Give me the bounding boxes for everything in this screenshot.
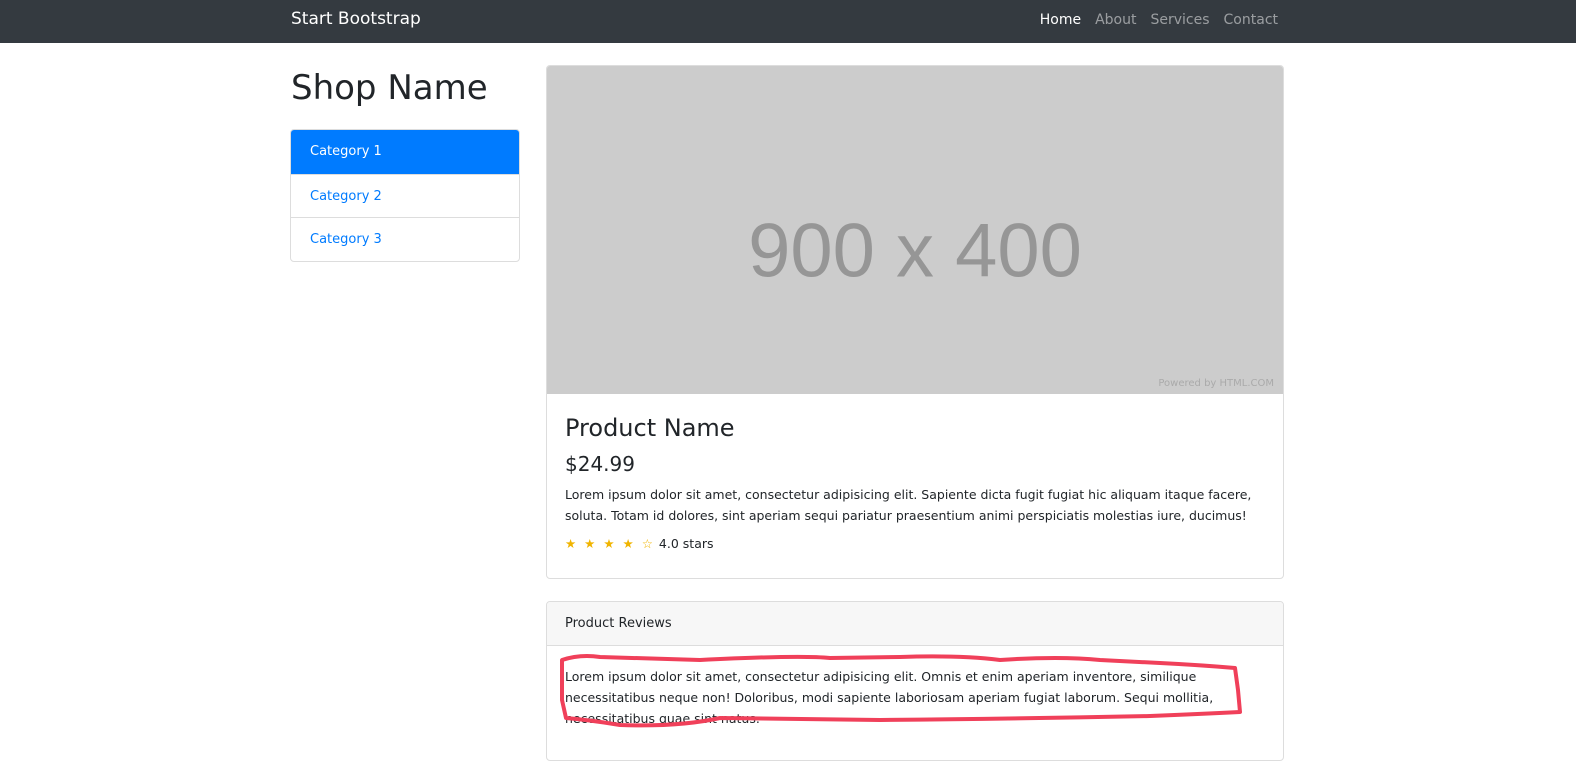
nav-contact[interactable]: Contact bbox=[1224, 12, 1278, 28]
product-price: $24.99 bbox=[565, 452, 635, 476]
image-credit: Powered by HTML.COM bbox=[1158, 378, 1274, 389]
reviews-header: Product Reviews bbox=[547, 602, 1283, 646]
nav-about[interactable]: About bbox=[1095, 12, 1136, 28]
product-image: 900 x 400 Powered by HTML.COM bbox=[547, 66, 1283, 394]
product-card: 900 x 400 Powered by HTML.COM Product Na… bbox=[546, 65, 1284, 579]
product-rating: ★ ★ ★ ★ ☆ 4.0 stars bbox=[565, 536, 1265, 551]
category-list: Category 1 Category 2 Category 3 bbox=[290, 129, 520, 262]
shop-title: Shop Name bbox=[291, 68, 488, 108]
nav-services[interactable]: Services bbox=[1150, 12, 1209, 28]
nav-home[interactable]: Home bbox=[1040, 12, 1081, 28]
brand-link[interactable]: Start Bootstrap bbox=[291, 9, 421, 29]
category-3[interactable]: Category 3 bbox=[291, 217, 519, 261]
category-1[interactable]: Category 1 bbox=[291, 130, 519, 174]
rating-text: 4.0 stars bbox=[658, 536, 714, 551]
image-placeholder-text: 900 x 400 bbox=[748, 208, 1082, 294]
reviews-card: Product Reviews Lorem ipsum dolor sit am… bbox=[546, 601, 1284, 761]
star-icons: ★ ★ ★ ★ ☆ bbox=[565, 536, 655, 551]
navbar: Start Bootstrap Home About Services Cont… bbox=[0, 0, 1576, 43]
product-description: Lorem ipsum dolor sit amet, consectetur … bbox=[565, 487, 1252, 523]
category-2[interactable]: Category 2 bbox=[291, 173, 519, 218]
product-name: Product Name bbox=[565, 414, 735, 442]
nav-links: Home About Services Contact bbox=[1040, 12, 1278, 28]
review-text: Lorem ipsum dolor sit amet, consectetur … bbox=[565, 669, 1214, 726]
